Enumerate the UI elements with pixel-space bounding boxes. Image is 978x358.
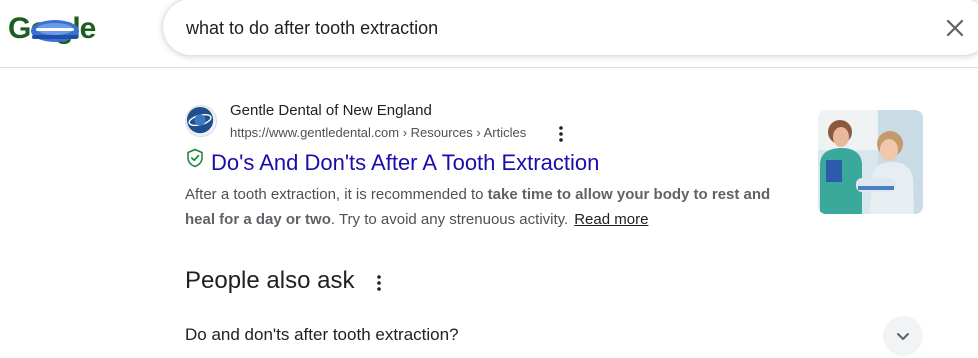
close-icon[interactable]	[943, 16, 967, 40]
result-title-link[interactable]: Do's And Don'ts After A Tooth Extraction	[211, 150, 599, 176]
top-header: Go gle	[0, 0, 978, 68]
google-logo[interactable]: Go gle	[8, 8, 118, 48]
paa-question[interactable]: Do and don'ts after tooth extraction?	[185, 325, 459, 345]
search-box[interactable]	[162, 0, 978, 56]
snippet-text-end: . Try to avoid any strenuous activity.	[330, 211, 569, 228]
people-also-ask-title: People also ask	[185, 267, 355, 294]
snippet-text: After a tooth extraction, it is recommen…	[185, 186, 488, 203]
more-vert-icon[interactable]	[555, 125, 567, 143]
saturn-logo-icon[interactable]	[185, 105, 217, 137]
read-more-link[interactable]: Read more	[574, 211, 648, 228]
more-vert-icon[interactable]	[374, 274, 384, 292]
chevron-down-icon	[897, 333, 909, 340]
site-name[interactable]: Gentle Dental of New England	[230, 102, 432, 119]
dental-photo-image	[818, 110, 923, 214]
expand-button[interactable]	[883, 316, 923, 356]
result-snippet: After a tooth extraction, it is recommen…	[185, 182, 797, 232]
shield-check-icon	[187, 148, 203, 168]
result-thumbnail[interactable]	[818, 110, 923, 214]
site-url[interactable]: https://www.gentledental.com › Resources…	[230, 125, 526, 140]
doodle-icon	[31, 20, 79, 42]
search-input[interactable]	[186, 15, 886, 41]
